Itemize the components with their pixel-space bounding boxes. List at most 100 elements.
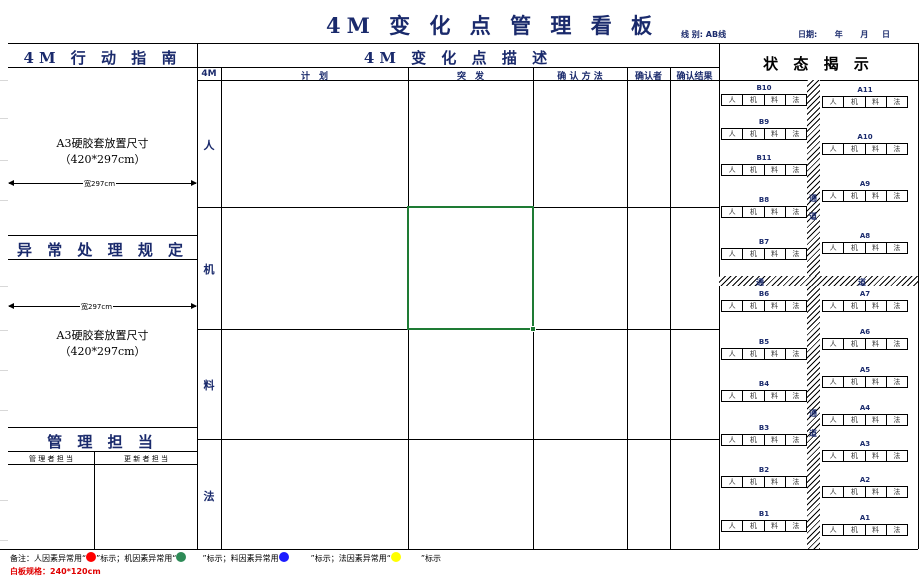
station-cell[interactable]: 法	[784, 207, 806, 217]
station-cell[interactable]: 料	[864, 525, 886, 535]
station-cell[interactable]: 人	[722, 165, 742, 175]
station-cell[interactable]: 法	[784, 435, 806, 445]
station-cell[interactable]: 法	[784, 165, 806, 175]
station-cell[interactable]: 料	[864, 97, 886, 107]
station-cell[interactable]: 法	[885, 377, 907, 387]
station-cell[interactable]: 人	[722, 129, 742, 139]
aisle-mark-5: 通	[809, 409, 817, 418]
station-cell[interactable]: 料	[864, 243, 886, 253]
station-cell[interactable]: 料	[763, 349, 785, 359]
station-cell[interactable]: 机	[843, 451, 864, 461]
station-cell[interactable]: 法	[885, 191, 907, 201]
station-cell[interactable]: 机	[843, 301, 864, 311]
station-cell[interactable]: 法	[784, 521, 806, 531]
station-cell[interactable]: 机	[843, 415, 864, 425]
station-cell[interactable]: 法	[784, 391, 806, 401]
station-cell[interactable]: 法	[885, 97, 907, 107]
station-cell[interactable]: 人	[823, 525, 843, 535]
station-cell[interactable]: 机	[843, 144, 864, 154]
station-cell[interactable]: 人	[823, 301, 843, 311]
station-cell[interactable]: 法	[885, 144, 907, 154]
station-cell[interactable]: 法	[885, 243, 907, 253]
station-cell[interactable]: 料	[864, 377, 886, 387]
station-cell[interactable]: 料	[864, 144, 886, 154]
aisle-mark-3: 通	[756, 278, 764, 287]
station-cell[interactable]: 机	[843, 487, 864, 497]
station-cell[interactable]: 机	[742, 349, 763, 359]
station-cell[interactable]: 机	[843, 377, 864, 387]
station-cell[interactable]: 料	[763, 207, 785, 217]
station-cell[interactable]: 法	[885, 415, 907, 425]
station-cell[interactable]: 人	[722, 521, 742, 531]
station-cell[interactable]: 人	[823, 487, 843, 497]
station-cell[interactable]: 机	[742, 521, 763, 531]
station-cell[interactable]: 料	[763, 249, 785, 259]
station-cell[interactable]: 机	[742, 95, 763, 105]
station-cell[interactable]: 法	[784, 349, 806, 359]
station-cell[interactable]: 机	[843, 97, 864, 107]
station-cell[interactable]: 料	[763, 301, 785, 311]
station-cell[interactable]: 机	[843, 243, 864, 253]
station-cell[interactable]: 机	[742, 165, 763, 175]
aisle-mark-1: 通	[809, 194, 817, 203]
station-cell[interactable]: 人	[823, 415, 843, 425]
station-cell[interactable]: 料	[763, 521, 785, 531]
station-cell[interactable]: 料	[864, 339, 886, 349]
station-cell[interactable]: 法	[784, 129, 806, 139]
station-cell[interactable]: 机	[742, 207, 763, 217]
station-cell[interactable]: 人	[722, 435, 742, 445]
station-label: B5	[758, 338, 770, 346]
station-cell[interactable]: 人	[823, 191, 843, 201]
aisle-mark-4: 道	[858, 278, 866, 287]
station-cell[interactable]: 料	[763, 129, 785, 139]
station-b7: B7 人机料法	[721, 236, 807, 260]
station-cell[interactable]: 机	[742, 477, 763, 487]
station-cell[interactable]: 料	[763, 477, 785, 487]
station-cell[interactable]: 机	[742, 129, 763, 139]
station-cell[interactable]: 法	[885, 451, 907, 461]
station-cell[interactable]: 料	[864, 415, 886, 425]
station-cell[interactable]: 机	[843, 191, 864, 201]
station-cell[interactable]: 人	[823, 97, 843, 107]
station-cell[interactable]: 法	[885, 525, 907, 535]
station-cell[interactable]: 法	[885, 487, 907, 497]
station-cell[interactable]: 法	[784, 95, 806, 105]
station-cell[interactable]: 机	[742, 391, 763, 401]
yellow-dot-icon	[390, 552, 401, 562]
station-cell[interactable]: 料	[763, 391, 785, 401]
aisle-mark-6: 道	[809, 429, 817, 438]
selected-cell[interactable]	[407, 206, 534, 330]
station-cell[interactable]: 人	[722, 95, 742, 105]
station-cell[interactable]: 人	[823, 451, 843, 461]
station-cell[interactable]: 料	[763, 165, 785, 175]
station-cell[interactable]: 机	[742, 301, 763, 311]
station-cell[interactable]: 人	[722, 391, 742, 401]
station-cell[interactable]: 人	[722, 249, 742, 259]
station-cell[interactable]: 人	[823, 243, 843, 253]
station-cell[interactable]: 法	[784, 477, 806, 487]
station-cell[interactable]: 人	[823, 339, 843, 349]
fill-handle[interactable]	[530, 326, 536, 332]
station-cell[interactable]: 人	[722, 349, 742, 359]
station-cell[interactable]: 人	[722, 477, 742, 487]
station-cell[interactable]: 机	[843, 339, 864, 349]
station-cell[interactable]: 机	[742, 249, 763, 259]
station-cell[interactable]: 料	[864, 487, 886, 497]
station-cell[interactable]: 人	[722, 301, 742, 311]
station-cell[interactable]: 法	[885, 339, 907, 349]
station-cell[interactable]: 人	[823, 144, 843, 154]
station-cell[interactable]: 料	[763, 435, 785, 445]
station-4m-cells: 人机料法	[721, 300, 807, 312]
station-cell[interactable]: 机	[742, 435, 763, 445]
station-cell[interactable]: 法	[784, 301, 806, 311]
a3-text-2: A3硬胶套放置尺寸	[56, 329, 149, 342]
station-cell[interactable]: 料	[864, 191, 886, 201]
station-cell[interactable]: 料	[763, 95, 785, 105]
station-cell[interactable]: 料	[864, 301, 886, 311]
station-cell[interactable]: 人	[722, 207, 742, 217]
station-cell[interactable]: 法	[784, 249, 806, 259]
station-cell[interactable]: 法	[885, 301, 907, 311]
station-cell[interactable]: 料	[864, 451, 886, 461]
station-cell[interactable]: 人	[823, 377, 843, 387]
station-cell[interactable]: 机	[843, 525, 864, 535]
